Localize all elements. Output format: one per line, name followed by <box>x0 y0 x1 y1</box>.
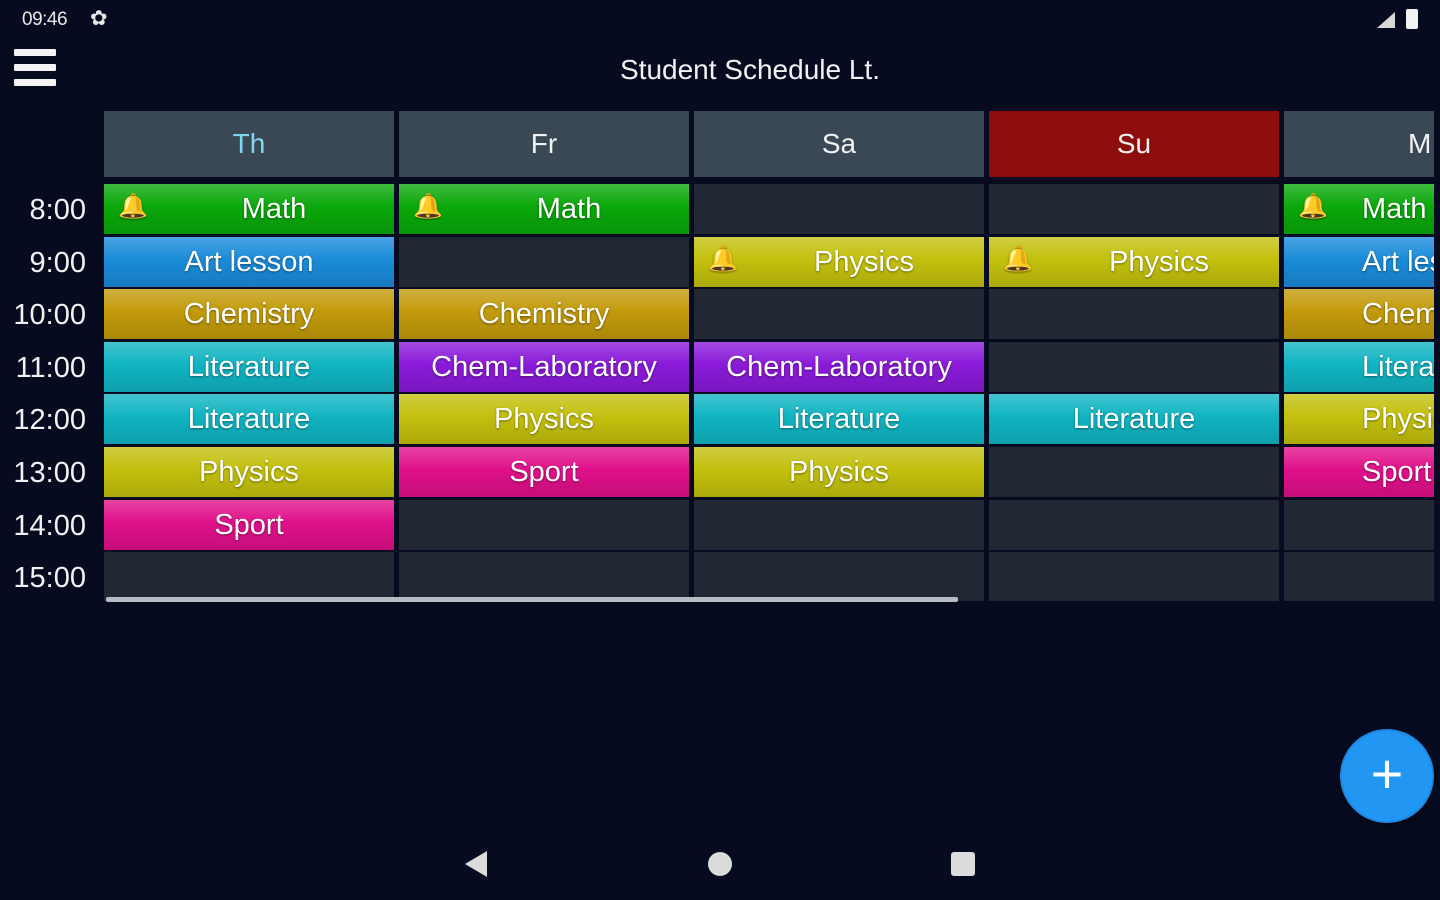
time-label: 8:00 <box>29 194 86 226</box>
day-column: Su 🔔 Physics Literature <box>989 111 1279 601</box>
lesson-name: Chemistry <box>478 298 610 331</box>
lesson-cell[interactable]: Literature <box>1284 341 1434 392</box>
lesson-name: Literature <box>187 403 311 436</box>
empty-cell[interactable] <box>694 184 984 234</box>
lesson-cell[interactable]: 🔔 Math <box>399 184 689 234</box>
day-header[interactable]: Th <box>104 111 394 177</box>
empty-cell[interactable] <box>1284 499 1434 550</box>
lesson-cell[interactable]: Chemistry <box>1284 289 1434 340</box>
lesson-name: Art lesson <box>1362 245 1434 278</box>
lesson-name: Literature <box>1362 350 1434 383</box>
recents-icon[interactable] <box>951 852 975 876</box>
lesson-cell[interactable]: Physics <box>694 447 984 497</box>
empty-cell[interactable] <box>399 236 689 287</box>
lesson-cell[interactable]: Physics <box>399 394 689 445</box>
lesson-name: Chem-Laboratory <box>431 350 657 383</box>
lesson-cell[interactable]: Literature <box>104 341 394 392</box>
lesson-cell[interactable]: 🔔 Math <box>1284 184 1434 234</box>
day-header[interactable]: Su <box>989 111 1279 177</box>
day-column: M 🔔 Math Art lesson Chemistry Literature Physi… <box>1284 111 1434 601</box>
empty-cell[interactable] <box>694 499 984 550</box>
empty-cell[interactable] <box>104 552 394 601</box>
time-label: 14:00 <box>13 509 86 542</box>
lesson-name: Sport <box>509 456 579 488</box>
time-label: 10:00 <box>13 299 86 332</box>
lesson-cell[interactable]: 🔔 Math <box>104 184 394 234</box>
lesson-name: Literature <box>1072 403 1196 436</box>
lesson-cell[interactable]: Chem-Laboratory <box>399 341 689 392</box>
bell-icon: 🔔 <box>1003 245 1033 273</box>
lesson-name: Literature <box>777 403 901 436</box>
lesson-name: Sport <box>214 508 284 541</box>
lesson-cell[interactable]: Literature <box>694 394 984 445</box>
lesson-cell[interactable]: Sport <box>1284 447 1434 497</box>
day-column: Fr 🔔 Math Chemistry Chem-Laboratory Physics Sp… <box>399 111 689 601</box>
lesson-name: Chem-Laboratory <box>726 350 952 383</box>
lesson-cell[interactable]: Chemistry <box>399 289 689 340</box>
lesson-cell[interactable]: Physics <box>104 447 394 497</box>
bell-icon: 🔔 <box>118 193 148 220</box>
time-label: 9:00 <box>29 246 86 279</box>
bell-icon: 🔔 <box>413 193 443 220</box>
lesson-name: Chemistry <box>183 298 315 331</box>
horizontal-scrollbar[interactable] <box>106 597 958 602</box>
lesson-name: Physics <box>1362 403 1434 436</box>
day-header[interactable]: Sa <box>694 111 984 177</box>
time-label: 13:00 <box>13 457 86 489</box>
time-label: 11:00 <box>15 351 86 384</box>
empty-cell[interactable] <box>694 552 984 601</box>
empty-cell[interactable] <box>989 184 1279 234</box>
lesson-cell[interactable]: Art lesson <box>104 236 394 287</box>
lesson-cell[interactable]: Sport <box>104 499 394 550</box>
lesson-cell[interactable]: Sport <box>399 447 689 497</box>
lesson-cell[interactable]: Art lesson <box>1284 236 1434 287</box>
empty-cell[interactable] <box>989 289 1279 340</box>
lesson-name: Literature <box>187 350 311 383</box>
status-time: 09:46 <box>22 9 68 30</box>
day-header[interactable]: M <box>1284 111 1434 177</box>
empty-cell[interactable] <box>399 552 689 601</box>
bell-icon: 🔔 <box>708 245 738 273</box>
time-label: 15:00 <box>13 562 86 595</box>
empty-cell[interactable] <box>1284 552 1434 601</box>
day-column: Sa 🔔 Physics Chem-Laboratory Literature Physi… <box>694 111 984 601</box>
lesson-name: Physics <box>789 456 889 488</box>
lesson-name: Physics <box>199 456 299 488</box>
day-column: Th 🔔 Math Art lesson Chemistry Literature Lite… <box>104 111 394 601</box>
lesson-name: Math <box>1362 193 1427 225</box>
lesson-name: Physics <box>1109 245 1209 278</box>
day-header[interactable]: Fr <box>399 111 689 177</box>
time-label: 12:00 <box>13 404 86 437</box>
lesson-name: Physics <box>814 245 914 278</box>
lesson-name: Art lesson <box>184 245 314 278</box>
lesson-cell[interactable]: Literature <box>104 394 394 445</box>
empty-cell[interactable] <box>989 341 1279 392</box>
lesson-name: Physics <box>494 403 594 436</box>
empty-cell[interactable] <box>989 552 1279 601</box>
back-icon[interactable] <box>465 851 487 877</box>
lesson-cell[interactable]: Literature <box>989 394 1279 445</box>
lesson-cell[interactable]: Chemistry <box>104 289 394 340</box>
empty-cell[interactable] <box>399 499 689 550</box>
signal-icon <box>1377 12 1395 28</box>
lesson-cell[interactable]: 🔔 Physics <box>989 236 1279 287</box>
home-icon[interactable] <box>708 852 732 876</box>
lesson-cell[interactable]: 🔔 Physics <box>694 236 984 287</box>
lesson-name: Math <box>241 193 307 225</box>
lesson-cell[interactable]: Physics <box>1284 394 1434 445</box>
bell-icon: 🔔 <box>1298 193 1328 220</box>
app-title: Student Schedule Lt. <box>620 54 880 85</box>
empty-cell[interactable] <box>989 447 1279 497</box>
lesson-name: Math <box>536 193 602 225</box>
empty-cell[interactable] <box>989 499 1279 550</box>
settings-gear-icon: ✿ <box>90 7 108 30</box>
empty-cell[interactable] <box>694 289 984 340</box>
lesson-cell[interactable]: Chem-Laboratory <box>694 341 984 392</box>
lesson-name: Sport <box>1362 456 1432 488</box>
battery-icon <box>1406 9 1418 29</box>
lesson-name: Chemistry <box>1362 298 1434 331</box>
schedule-grid: Th 🔔 Math Art lesson Chemistry Literature Lite… <box>104 111 1434 601</box>
add-lesson-button[interactable]: + <box>1342 731 1432 821</box>
status-bar: 09:46 ✿ <box>0 0 1440 38</box>
